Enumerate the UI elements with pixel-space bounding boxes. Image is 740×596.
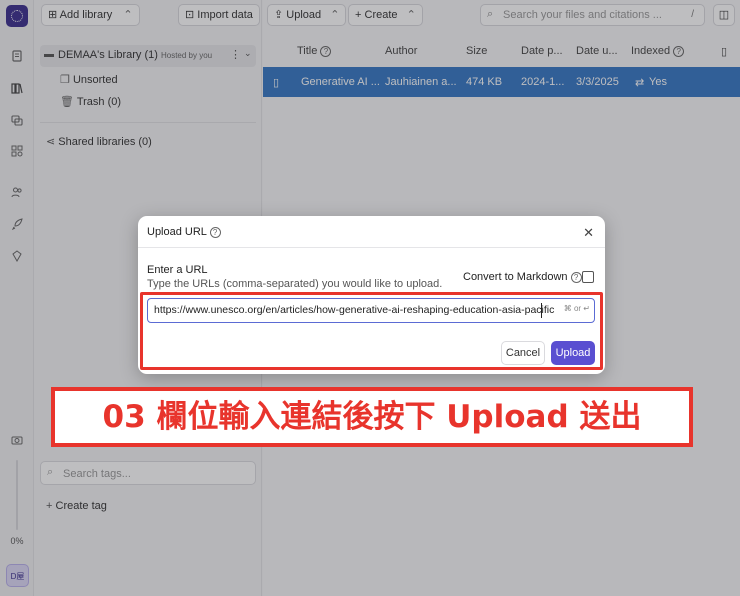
help-icon[interactable]: ?	[209, 226, 221, 238]
annotation-highlight-box	[140, 292, 603, 370]
annotation-banner-text: 03 欄位輸入連結後按下 Upload 送出	[102, 399, 642, 435]
convert-markdown-text: Convert to Markdown	[463, 271, 568, 283]
enter-url-label: Enter a URL	[147, 264, 208, 276]
convert-markdown-checkbox[interactable]	[582, 271, 594, 283]
dialog-title-text: Upload URL	[147, 226, 207, 238]
convert-markdown-label: Convert to Markdown ?	[463, 271, 582, 283]
url-hint: Type the URLs (comma-separated) you woul…	[147, 278, 443, 290]
annotation-banner: 03 欄位輸入連結後按下 Upload 送出	[51, 387, 693, 447]
dialog-divider	[138, 247, 605, 248]
close-icon[interactable]: ✕	[583, 225, 594, 241]
help-icon[interactable]: ?	[570, 271, 582, 283]
dialog-title: Upload URL ?	[147, 226, 221, 238]
